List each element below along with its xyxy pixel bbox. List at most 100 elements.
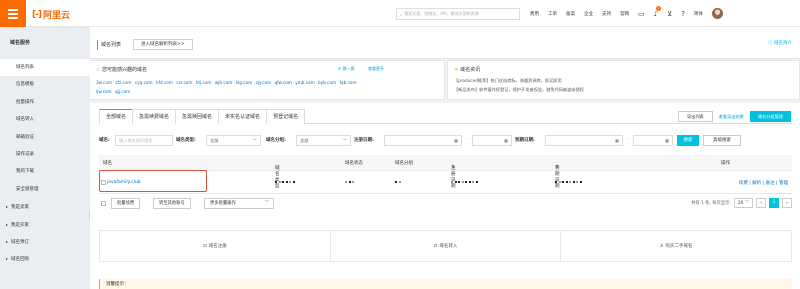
nav-fee[interactable]: 费用 <box>530 11 539 17</box>
type-select[interactable]: 全部 ﹀ <box>206 135 261 146</box>
aliyun-mark-icon: [-] <box>32 9 42 20</box>
domain-link[interactable]: klg.com <box>236 80 253 85</box>
table-row: javafamily.club 续费 | 解析 | 备注 | 管理 <box>99 170 792 194</box>
recommend-title: ☝ 您可能感兴趣的域名 <box>96 66 147 74</box>
nav-ticket[interactable]: 工单 <box>548 11 557 17</box>
tab-urgent-redeem[interactable]: 急需赎回域名 <box>175 109 220 124</box>
exp-date-start[interactable]: ▦ <box>545 135 623 146</box>
sidebar-item-security-lock[interactable]: 安全锁管理 <box>0 181 90 198</box>
domain-link[interactable]: ymb.com <box>295 80 315 85</box>
avatar[interactable] <box>711 8 723 19</box>
sidebar-group-reserve[interactable]: 域名预订 <box>0 233 90 250</box>
advanced-search-button[interactable]: 高级搜索 <box>703 135 741 146</box>
message-icon[interactable]: ▭ <box>638 10 645 18</box>
batch-renew-button[interactable]: 批量续费 <box>111 198 141 209</box>
exp-date-redacted <box>555 181 582 183</box>
reg-date-start[interactable]: ▦ <box>384 135 462 146</box>
domain-search-input[interactable]: 输入域名进行搜索 <box>115 135 173 146</box>
cart-icon: ⊻ <box>660 243 664 249</box>
domain-link[interactable]: fqb.com <box>339 80 356 85</box>
news-panel: ☀ 域名资讯 【produced推荐】热门优选商标，海量资源库，即买即用 【新品… <box>447 60 800 100</box>
domain-list-card: 全部域名 急需续费域名 急需赎回域名 未实名认证域名 预登记域名 导出列表 查看… <box>90 103 800 289</box>
col-domain: 域名 <box>103 161 112 166</box>
transfer-in-action[interactable]: ⇄ 域名转入 <box>331 231 562 261</box>
page-size-select[interactable]: 20 ﹀ <box>733 198 753 208</box>
page-1-button[interactable]: 1 <box>769 198 779 208</box>
buy-used-label: 购买二手域名 <box>665 244 693 249</box>
highlight-box <box>99 170 207 192</box>
refresh-link[interactable]: ⟳ 换一换 <box>338 66 355 72</box>
domain-link[interactable]: 3w.com <box>96 80 112 85</box>
tab-unverified[interactable]: 未实名认证域名 <box>218 109 268 124</box>
domain-link[interactable]: zfz.com <box>115 80 131 85</box>
bulk-bar: 批量续费 转至其他账号 更多批量操作 ﹀ 共有 1 条, 每页显示: 20 ﹀ <… <box>99 198 792 210</box>
tab-urgent-renew[interactable]: 急需续费域名 <box>132 109 177 124</box>
view-export-link[interactable]: 查看导出结果 <box>719 114 744 120</box>
register-domain-action[interactable]: ⊡ 域名注册 <box>100 231 331 261</box>
aliyun-logo[interactable]: [-] 阿里云 <box>32 8 70 22</box>
news-line[interactable]: 【produced推荐】热门优选商标，海量资源库，即买即用 <box>454 78 562 84</box>
domain-link[interactable]: ljw.com <box>96 89 112 94</box>
reg-date-end[interactable]: ▦ <box>472 135 512 146</box>
refresh-label: 换一换 <box>342 66 355 71</box>
tip-bar: 温馨提示： <box>99 279 792 289</box>
language-switch[interactable]: 简体 <box>694 11 703 17</box>
sidebar-item-email-verify[interactable]: 邮箱验证 <box>0 129 90 146</box>
sidebar-group-seller[interactable]: 我是卖家 <box>0 198 90 215</box>
next-page-button[interactable]: > <box>782 198 792 208</box>
sidebar-item-transfer-in[interactable]: 域名转入 <box>0 111 90 128</box>
domain-link[interactable]: hfd.com <box>156 80 173 85</box>
domain-link[interactable]: htj.com <box>196 80 212 85</box>
buy-used-domain-action[interactable]: ⊻ 购买二手域名 <box>561 231 791 261</box>
group-select[interactable]: 全部 ﹀ <box>296 135 351 146</box>
sidebar-group-buyer[interactable]: 我是买家 <box>0 216 90 233</box>
domain-link[interactable]: byb.com <box>318 80 336 85</box>
parse-list-button[interactable]: 进入域名解析列表>> <box>133 39 193 50</box>
sidebar-item-op-log[interactable]: 操作记录 <box>0 146 90 163</box>
row-ops[interactable]: 续费 | 解析 | 备注 | 管理 <box>739 180 788 186</box>
tab-all-domains[interactable]: 全部域名 <box>99 109 134 124</box>
help-link[interactable]: ⓘ 域名简介 <box>768 40 792 46</box>
search-button[interactable]: 搜索 <box>677 135 699 146</box>
nav-icp[interactable]: 备案 <box>566 11 575 17</box>
domain-link[interactable]: qfw.com <box>274 80 291 85</box>
more-batch-ops-label: 更多批量操作 <box>210 201 236 206</box>
domain-link[interactable]: zjy.com <box>256 80 272 85</box>
more-link[interactable]: 查看更多 <box>368 66 384 72</box>
help-icon[interactable]: ? <box>681 10 685 18</box>
sidebar-item-batch-ops[interactable]: 批量操作 <box>0 94 90 111</box>
domain-link[interactable]: wjb.com <box>215 80 233 85</box>
menu-icon[interactable] <box>0 0 26 27</box>
sidebar-item-domain-list[interactable]: 域名列表 <box>0 59 90 77</box>
group-manage-button[interactable]: 域名分组管理 <box>749 111 791 122</box>
page-header: 域名列表 进入域名解析列表>> ⓘ 域名简介 <box>90 27 800 59</box>
news-line[interactable]: 【新品发布】软件著作权登记，保护开发者权益，避免代码被盗或侵权 <box>454 87 584 93</box>
search-input[interactable]: 搜索文档、控制台、API、解决方案和资源 <box>404 11 478 17</box>
prev-page-button[interactable]: < <box>756 198 766 208</box>
domain-link[interactable]: czr.com <box>176 80 192 85</box>
domain-link[interactable]: qjj.com <box>115 89 130 94</box>
domain-link[interactable]: cyq.com <box>135 80 153 85</box>
cart-icon[interactable]: ⊻ <box>667 10 672 18</box>
sidebar-item-info-template[interactable]: 信息模板 <box>0 76 90 93</box>
global-search[interactable]: ⌕ 搜索文档、控制台、API、解决方案和资源 <box>396 8 520 20</box>
sidebar-item-downloads[interactable]: 我的下载 <box>0 163 90 180</box>
bell-icon[interactable]: ♪ 1 <box>654 5 662 18</box>
chevron-down-icon: ﹀ <box>342 138 347 143</box>
nav-enterprise[interactable]: 企业 <box>584 11 593 17</box>
top-nav: 费用 工单 备案 企业 支持 官网 ▭ ♪ 1 ⊻ ? 简体 <box>530 0 723 27</box>
transfer-account-button[interactable]: 转至其他账号 <box>153 198 191 209</box>
date-separator: - <box>627 137 629 142</box>
nav-official-site[interactable]: 官网 <box>620 11 629 17</box>
sort-icon: ⇕ <box>451 165 455 170</box>
tab-pre-register[interactable]: 预登记域名 <box>266 109 306 124</box>
chevron-down-icon: ﹀ <box>264 201 269 206</box>
more-batch-ops-select[interactable]: 更多批量操作 ﹀ <box>204 198 274 209</box>
question-icon[interactable]: ⓘ <box>275 165 280 171</box>
sidebar: 域名服务 域名列表 信息模板 批量操作 域名转入 邮箱验证 操作记录 我的下载 … <box>0 27 90 289</box>
exp-date-end[interactable]: ▦ <box>633 135 673 146</box>
nav-support[interactable]: 支持 <box>602 11 611 17</box>
select-all-checkbox[interactable] <box>101 201 106 206</box>
sidebar-group-buyback[interactable]: 域名回购 <box>0 250 90 267</box>
export-list-button[interactable]: 导出列表 <box>677 111 713 122</box>
